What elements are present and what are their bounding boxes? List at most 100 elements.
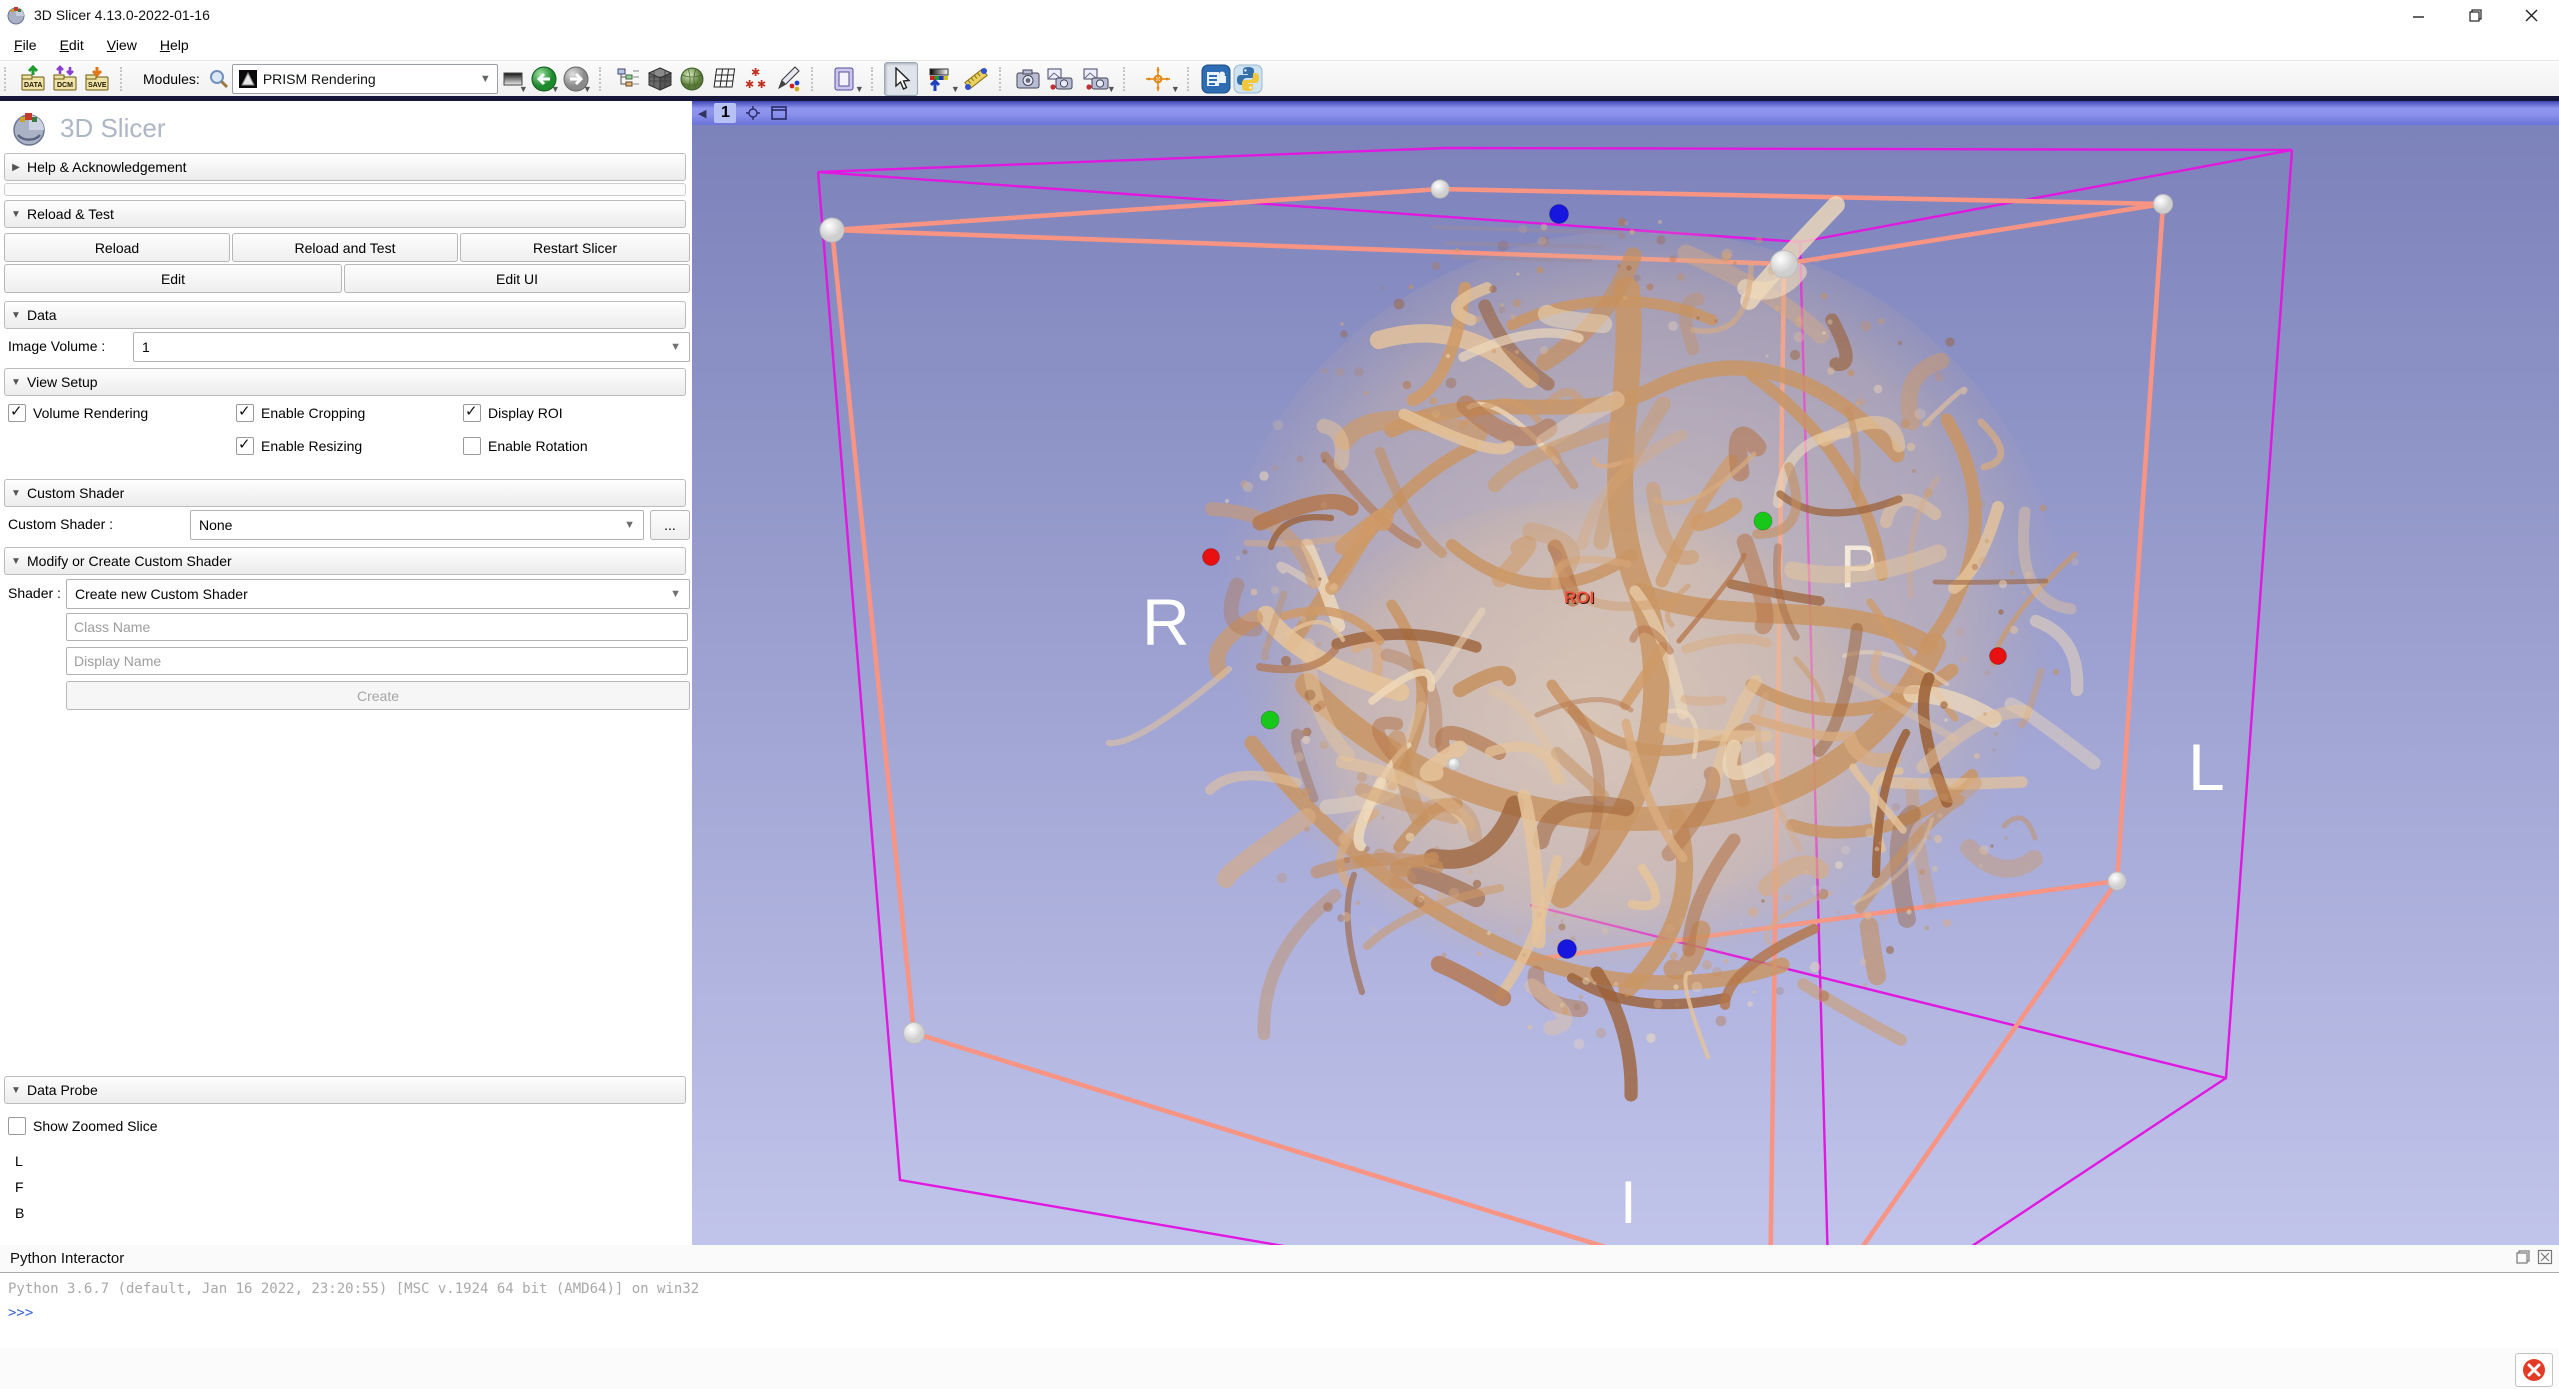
roi-handle [904, 1023, 925, 1044]
menu-file[interactable]: File [5, 37, 46, 53]
forward-button[interactable]: ▼ [560, 63, 592, 95]
roi-center-handle [1448, 758, 1460, 770]
probe-row-l: L [15, 1153, 23, 1169]
display-name-field[interactable] [66, 647, 688, 675]
roi-point-blue-top [1550, 205, 1569, 224]
pin-icon[interactable]: ◀ [698, 107, 706, 120]
load-dicom-button[interactable]: DCM [49, 63, 81, 95]
reload-button[interactable]: Reload [4, 233, 230, 262]
collapse-down-icon: ▼ [5, 488, 27, 499]
collapse-down-icon: ▼ [5, 1085, 27, 1096]
view-controls-icon[interactable] [744, 105, 762, 121]
display-roi-checkbox[interactable]: Display ROI [463, 404, 563, 422]
toolbar-separator [599, 67, 607, 91]
mouse-pointer-button[interactable] [884, 62, 918, 96]
enable-resizing-checkbox[interactable]: Enable Resizing [236, 437, 362, 455]
back-button[interactable]: ▼ [528, 63, 560, 95]
section-help-acknowledgement[interactable]: ▶ Help & Acknowledgement [4, 153, 686, 181]
class-name-field[interactable] [66, 613, 688, 641]
crosshair-button[interactable]: ▼ [1136, 63, 1180, 95]
volumes-module-icon[interactable] [644, 63, 676, 95]
volume-rendering-checkbox[interactable]: Volume Rendering [8, 404, 148, 422]
annotations-module-icon[interactable] [772, 63, 804, 95]
maximize-view-icon[interactable] [770, 105, 788, 121]
shader-selector[interactable]: Create new Custom Shader▼ [66, 579, 690, 609]
threeD-view: ◀ 1 [692, 101, 2559, 1245]
section-reload-test[interactable]: ▼ Reload & Test [4, 200, 686, 228]
roi-point-red-right [1990, 648, 2007, 665]
app-logo-icon [6, 5, 26, 25]
probe-row-b: B [15, 1205, 24, 1221]
transforms-module-icon[interactable] [708, 63, 740, 95]
python-console-button[interactable] [1232, 63, 1264, 95]
svg-text:DCM: DCM [57, 82, 73, 89]
toolbar-separator [1123, 67, 1131, 91]
menu-help[interactable]: Help [151, 37, 198, 53]
module-search-icon[interactable] [206, 63, 232, 95]
menu-bar: File Edit View Help [0, 30, 2559, 61]
menu-edit[interactable]: Edit [51, 37, 93, 53]
edit-ui-button[interactable]: Edit UI [344, 264, 690, 293]
volume-rendering-module-icon[interactable] [676, 63, 708, 95]
load-data-button[interactable]: DATA [17, 63, 49, 95]
enable-cropping-checkbox[interactable]: Enable Cropping [236, 404, 365, 422]
create-shader-button[interactable]: Create [66, 681, 690, 710]
toolbar-separator [1187, 67, 1195, 91]
image-volume-selector[interactable]: 1▼ [133, 332, 690, 362]
error-log-button[interactable] [2515, 1353, 2553, 1387]
custom-shader-label: Custom Shader : [8, 516, 113, 532]
edit-button[interactable]: Edit [4, 264, 342, 293]
scene-view-button[interactable] [1044, 63, 1076, 95]
section-view-setup[interactable]: ▼ View Setup [4, 368, 686, 396]
orientation-letter-right: R [1142, 585, 1190, 659]
module-tree-icon[interactable] [612, 63, 644, 95]
panel-title: 3D Slicer [60, 113, 165, 144]
layout-button[interactable]: ▼ [824, 63, 864, 95]
prism-module-icon [239, 70, 257, 88]
section-data-probe[interactable]: ▼ Data Probe [4, 1076, 686, 1104]
slicer-logo-icon [10, 109, 48, 147]
markups-module-icon[interactable]: ✱✱✱ [740, 63, 772, 95]
roi-handle [1431, 180, 1449, 198]
window-level-button[interactable]: ▼ [918, 63, 960, 95]
module-selector[interactable]: PRISM Rendering ▼ [232, 64, 498, 94]
menu-view[interactable]: View [98, 37, 146, 53]
collapse-down-icon: ▼ [5, 377, 27, 388]
screenshot-button[interactable] [1012, 63, 1044, 95]
show-zoomed-slice-checkbox[interactable]: Show Zoomed Slice [8, 1117, 158, 1135]
section-modify-create-shader[interactable]: ▼ Modify or Create Custom Shader [4, 547, 686, 575]
restore-button[interactable] [2447, 0, 2503, 30]
threeD-render-area[interactable]: P ROI [692, 125, 2559, 1245]
section-custom-shader[interactable]: ▼ Custom Shader [4, 479, 686, 507]
extensions-manager-button[interactable] [1200, 63, 1232, 95]
roi-handle [820, 218, 844, 242]
svg-text:✱: ✱ [751, 67, 760, 79]
view-label: 1 [714, 103, 736, 123]
minimize-button[interactable] [2391, 0, 2447, 30]
ruler-button[interactable] [960, 63, 992, 95]
view-controller-bar: ◀ 1 [692, 101, 2559, 125]
reload-and-test-button[interactable]: Reload and Test [232, 233, 458, 262]
python-banner: Python 3.6.7 (default, Jan 16 2022, 23:2… [8, 1281, 699, 1297]
collapse-down-icon: ▼ [5, 310, 27, 321]
custom-shader-browse-button[interactable]: ... [650, 510, 690, 540]
collapse-down-icon: ▼ [5, 209, 27, 220]
modules-label: Modules: [143, 71, 200, 87]
enable-rotation-checkbox[interactable]: Enable Rotation [463, 437, 588, 455]
close-dock-icon[interactable] [2537, 1249, 2553, 1268]
chevron-down-icon: ▼ [670, 588, 681, 600]
toolbar-separator [999, 67, 1007, 91]
scene-view-add-button[interactable]: ▼ [1076, 63, 1116, 95]
custom-shader-selector[interactable]: None▼ [190, 510, 644, 540]
close-button[interactable] [2503, 0, 2559, 30]
save-button[interactable]: SAVE [81, 63, 113, 95]
restart-slicer-button[interactable]: Restart Slicer [460, 233, 690, 262]
section-data[interactable]: ▼ Data [4, 301, 686, 329]
window-title: 3D Slicer 4.13.0-2022-01-16 [34, 7, 210, 23]
module-history-button[interactable]: ▼ [498, 63, 528, 95]
python-console[interactable]: Python 3.6.7 (default, Jan 16 2022, 23:2… [0, 1272, 2559, 1350]
float-dock-icon[interactable] [2515, 1249, 2531, 1268]
toolbar-separator [811, 67, 819, 91]
roi-point-red-left [1203, 549, 1220, 566]
python-prompt: >>> [8, 1305, 33, 1321]
